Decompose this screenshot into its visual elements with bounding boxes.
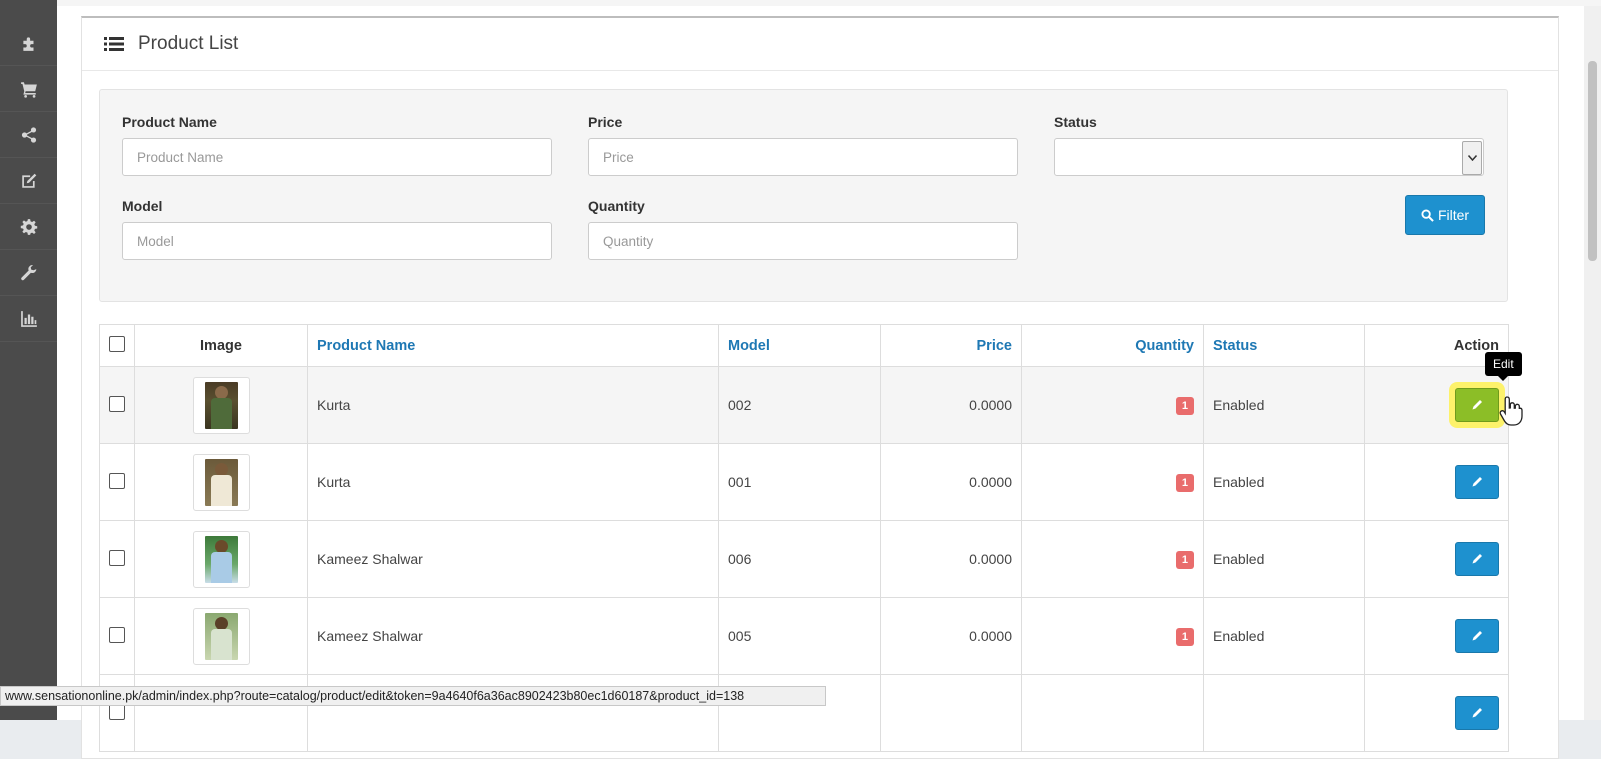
filter-box: Product Name Product Name Price Price St…: [99, 89, 1508, 302]
row-checkbox[interactable]: [109, 549, 125, 566]
share-icon: [21, 126, 36, 143]
main-content: Product List Product Name Product Name P…: [57, 6, 1601, 759]
cart-icon: [20, 81, 37, 98]
product-thumbnail: [192, 607, 250, 665]
quantity-label: Quantity: [588, 198, 645, 214]
product-model: 006: [718, 520, 881, 598]
product-price: 0.0000: [880, 520, 1022, 598]
search-icon: [1421, 208, 1434, 222]
product-model: 005: [718, 597, 881, 675]
filter-button[interactable]: Filter: [1405, 195, 1485, 235]
model-input[interactable]: Model: [122, 222, 552, 260]
list-icon: [104, 37, 124, 51]
edit-button[interactable]: [1455, 619, 1499, 653]
product-name: Kurta: [307, 366, 719, 444]
edit-button[interactable]: [1455, 465, 1499, 499]
product-model: 001: [718, 443, 881, 521]
product-list-panel: Product List Product Name Product Name P…: [81, 16, 1559, 759]
product-thumbnail: [192, 530, 250, 588]
chevron-down-icon[interactable]: [1462, 141, 1482, 175]
table-row: Kameez Shalwar 006 0.0000 1 Enabled: [99, 520, 1509, 598]
puzzle-icon: [22, 36, 33, 51]
table-row: Kameez Shalwar 005 0.0000 1 Enabled: [99, 597, 1509, 675]
product-price: 0.0000: [880, 443, 1022, 521]
product-name-input[interactable]: Product Name: [122, 138, 552, 176]
sidebar-item-settings[interactable]: [0, 204, 57, 250]
price-placeholder: Price: [603, 149, 634, 165]
select-all-cell: [99, 324, 135, 367]
pencil-icon: [1472, 554, 1482, 564]
status-url: www.sensationonline.pk/admin/index.php?r…: [5, 689, 745, 703]
price-label: Price: [588, 114, 623, 130]
product-name: Kurta: [307, 443, 719, 521]
quantity-placeholder: Quantity: [603, 233, 654, 249]
price-input[interactable]: Price: [588, 138, 1018, 176]
col-model[interactable]: Model: [718, 324, 881, 367]
page-title: Product List: [138, 33, 239, 54]
product-name: Kameez Shalwar: [307, 597, 719, 675]
status-select[interactable]: [1054, 138, 1484, 176]
edit-tooltip: Edit: [1485, 352, 1522, 381]
product-price: 0.0000: [880, 366, 1022, 444]
sidebar-item-design[interactable]: [0, 158, 57, 204]
table-row: Kurta 001 0.0000 1 Enabled: [99, 443, 1509, 521]
edit-button[interactable]: [1455, 388, 1499, 422]
status-label: Status: [1054, 114, 1097, 130]
sidebar-item-reports[interactable]: [0, 296, 57, 342]
scrollbar-thumb[interactable]: [1588, 61, 1597, 261]
pencil-icon: [1472, 400, 1482, 410]
product-price: 0.0000: [880, 597, 1022, 675]
product-name-placeholder: Product Name: [137, 149, 224, 165]
table-row: Kurta 002 0.0000 1 Enabled: [99, 366, 1509, 444]
product-status: Enabled: [1203, 520, 1365, 598]
quantity-badge: 1: [1175, 550, 1194, 569]
bar-chart-icon: [20, 310, 37, 327]
pencil-icon: [1472, 631, 1482, 641]
edit-button[interactable]: [1455, 542, 1499, 576]
wrench-icon: [20, 264, 36, 280]
product-status: Enabled: [1203, 366, 1365, 444]
product-name-label: Product Name: [122, 114, 217, 130]
sidebar-item-sales[interactable]: [0, 66, 57, 112]
col-price[interactable]: Price: [880, 324, 1022, 367]
table-header-row: Image Product Name Model Price Quantity …: [99, 324, 1509, 367]
row-checkbox[interactable]: [109, 395, 125, 412]
edit-button[interactable]: [1455, 696, 1499, 730]
col-image: Image: [134, 324, 308, 367]
filter-button-label: Filter: [1437, 207, 1470, 223]
product-model: 002: [718, 366, 881, 444]
sidebar: [0, 0, 57, 720]
pencil-icon: [1472, 708, 1482, 718]
row-checkbox[interactable]: [109, 472, 125, 489]
quantity-badge: 1: [1175, 473, 1194, 492]
model-label: Model: [122, 198, 163, 214]
col-status[interactable]: Status: [1203, 324, 1365, 367]
quantity-badge: 1: [1175, 396, 1194, 415]
edit-icon: [21, 173, 36, 188]
model-placeholder: Model: [137, 233, 174, 249]
product-thumbnail: [192, 453, 250, 511]
sidebar-item-marketing[interactable]: [0, 112, 57, 158]
panel-heading: Product List: [82, 18, 1558, 71]
page-scrollbar[interactable]: [1584, 6, 1601, 720]
product-status: Enabled: [1203, 597, 1365, 675]
gear-icon: [20, 218, 37, 235]
sidebar-item-system[interactable]: [0, 250, 57, 296]
quantity-input[interactable]: Quantity: [588, 222, 1018, 260]
product-thumbnail: [192, 376, 250, 434]
row-checkbox[interactable]: [109, 626, 125, 643]
col-product-name[interactable]: Product Name: [307, 324, 719, 367]
select-all-checkbox[interactable]: [109, 335, 125, 352]
product-status: Enabled: [1203, 443, 1365, 521]
hand-cursor-icon: [1499, 396, 1523, 426]
browser-status-bar: www.sensationonline.pk/admin/index.php?r…: [0, 686, 826, 706]
quantity-badge: 1: [1175, 627, 1194, 646]
sidebar-item-extensions[interactable]: [0, 20, 57, 66]
pencil-icon: [1472, 477, 1482, 487]
col-quantity[interactable]: Quantity: [1021, 324, 1204, 367]
product-name: Kameez Shalwar: [307, 520, 719, 598]
